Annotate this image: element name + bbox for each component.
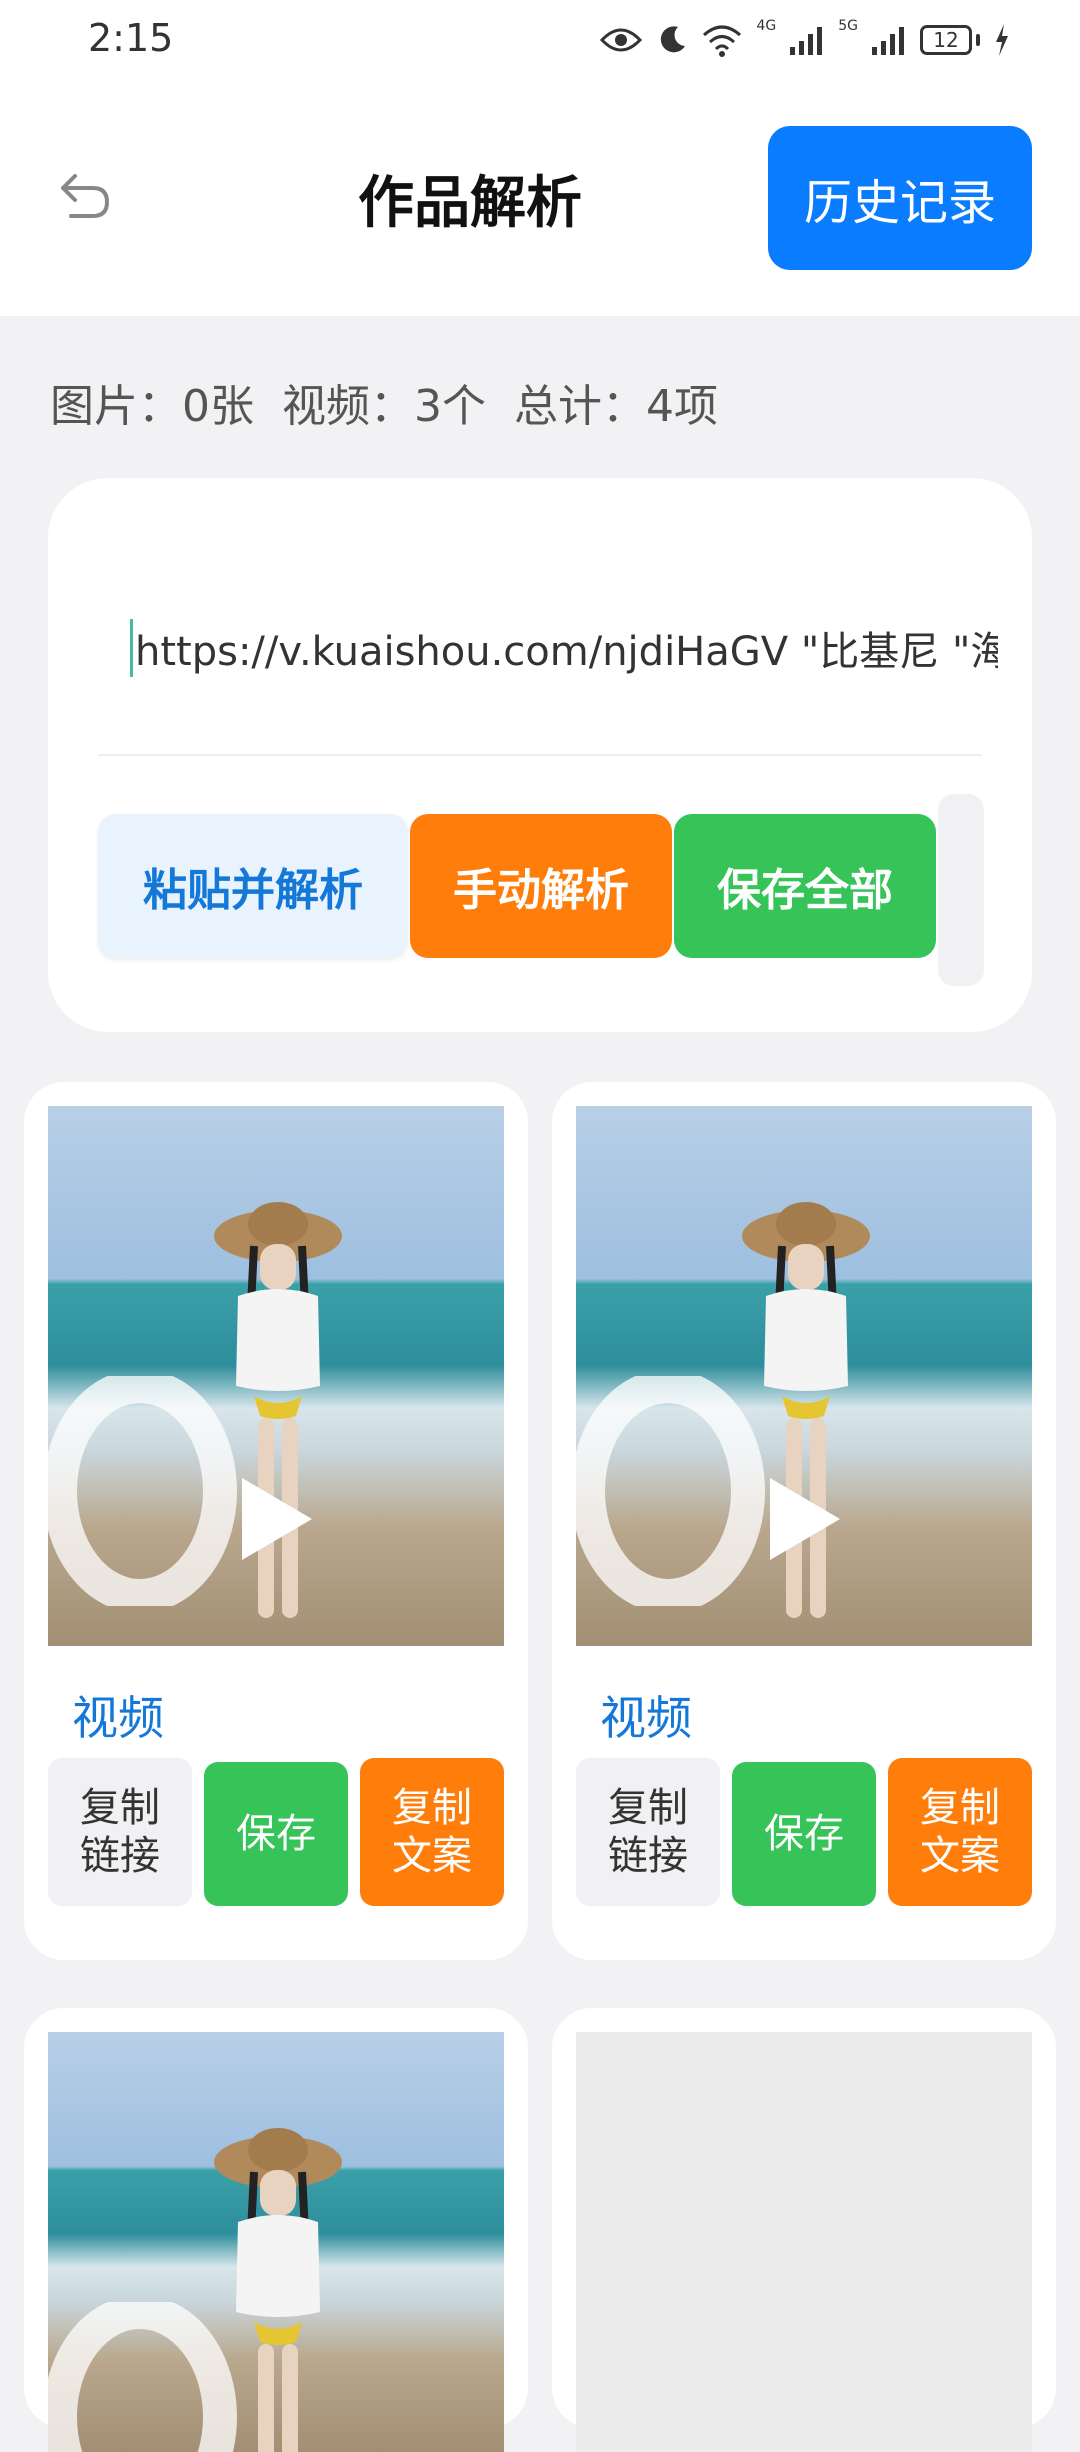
link-input-value: https://v.kuaishou.com/njdiHaGV "比基尼 "海 [135, 629, 998, 675]
manual-parse-button[interactable]: 手动解析 [410, 814, 672, 958]
media-card: 视频 复制 链接 保存 复制 文案 [552, 1082, 1056, 1960]
battery-level: 12 [920, 25, 972, 55]
charging-icon [996, 24, 1008, 56]
signal-icon [790, 27, 823, 55]
status-icons: 4G 5G 12 [600, 18, 1010, 62]
media-type-label: 视频 [72, 1691, 164, 1745]
status-bar: 2:15 4G 5G 12 [0, 0, 1080, 80]
history-button[interactable]: 历史记录 [768, 126, 1032, 270]
image-count: 图片：0张 [50, 381, 254, 432]
divider [98, 754, 982, 756]
moon-icon [661, 26, 686, 53]
paste-parse-button[interactable]: 粘贴并解析 [98, 814, 408, 958]
action-row: 粘贴并解析 手动解析 保存全部 [98, 814, 936, 960]
copy-caption-button[interactable]: 复制 文案 [360, 1758, 504, 1906]
battery-icon: 12 [920, 25, 980, 55]
video-thumbnail[interactable] [576, 1106, 1032, 1646]
network-4g-label: 4G [756, 18, 777, 34]
status-time: 2:15 [88, 16, 174, 60]
app-header: 作品解析 历史记录 [0, 80, 1080, 316]
copy-link-button[interactable]: 复制 链接 [576, 1758, 720, 1906]
media-card [24, 2008, 528, 2452]
text-cursor [130, 619, 133, 677]
float-ring [48, 2302, 237, 2452]
save-all-button[interactable]: 保存全部 [674, 814, 936, 958]
result-summary: 图片：0张 视频：3个 总计：4项 [50, 370, 718, 434]
video-thumbnail[interactable] [48, 2032, 504, 2452]
play-icon[interactable] [764, 1474, 844, 1564]
media-card: 视频 复制 链接 保存 复制 文案 [24, 1082, 528, 1960]
wifi-icon [703, 25, 742, 57]
network-5g-label: 5G [838, 18, 858, 34]
signal-icon-2 [872, 27, 904, 55]
video-count: 视频：3个 [282, 381, 486, 432]
media-type-label: 视频 [600, 1691, 692, 1745]
save-button[interactable]: 保存 [732, 1762, 876, 1906]
card-actions: 复制 链接 保存 复制 文案 [576, 1758, 1032, 1906]
copy-caption-button[interactable]: 复制 文案 [888, 1758, 1032, 1906]
save-button[interactable]: 保存 [204, 1762, 348, 1906]
float-ring [576, 1376, 765, 1606]
card-actions: 复制 链接 保存 复制 文案 [48, 1758, 504, 1906]
eye-icon [600, 28, 643, 52]
link-input-card: https://v.kuaishou.com/njdiHaGV "比基尼 "海 … [48, 478, 1032, 1032]
copy-link-button[interactable]: 复制 链接 [48, 1758, 192, 1906]
image-placeholder [576, 2032, 1032, 2452]
video-thumbnail[interactable] [48, 1106, 504, 1646]
total-count: 总计：4项 [514, 381, 718, 432]
more-actions-button[interactable] [938, 794, 984, 986]
play-icon[interactable] [236, 1474, 316, 1564]
float-ring [48, 1376, 237, 1606]
link-input[interactable]: https://v.kuaishou.com/njdiHaGV "比基尼 "海 [130, 608, 998, 688]
media-card [552, 2008, 1056, 2452]
